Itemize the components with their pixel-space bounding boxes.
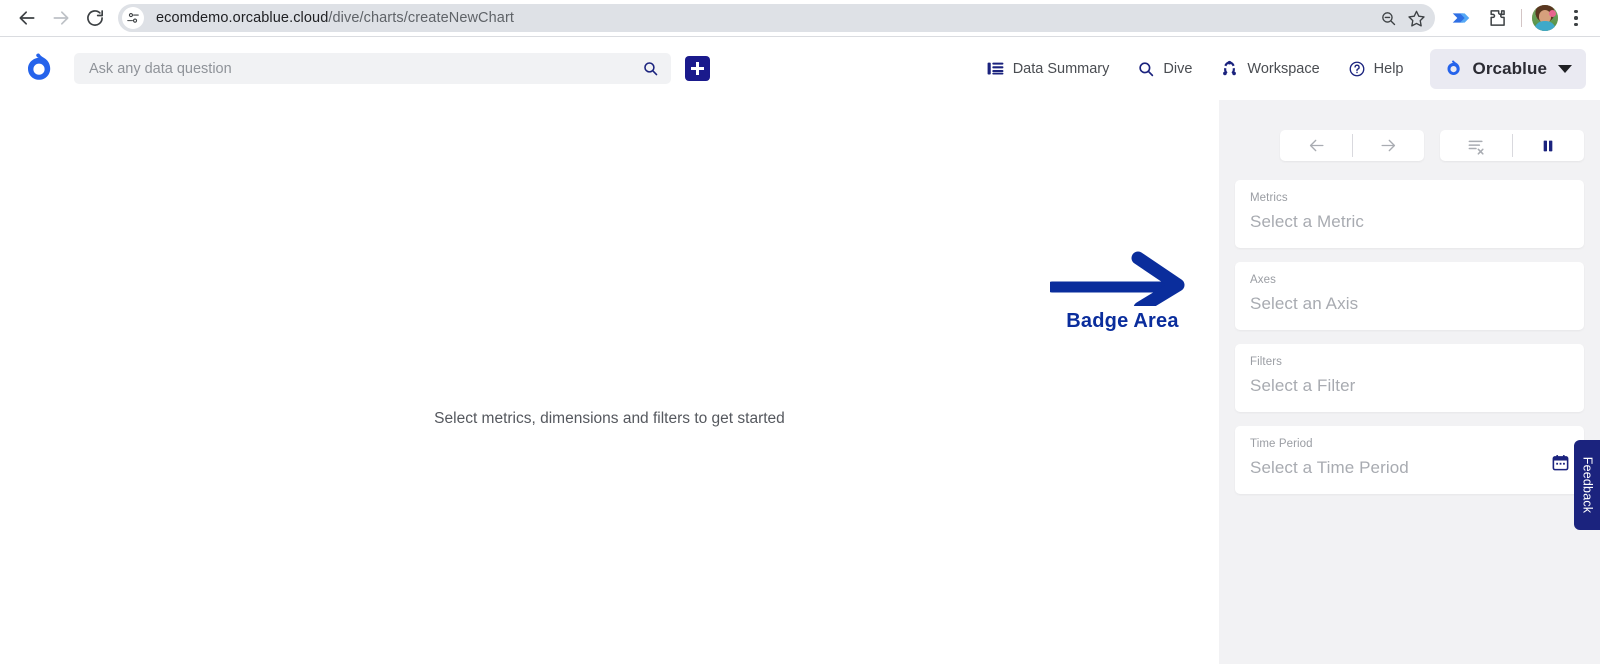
arrow-right-annotation-icon xyxy=(1050,251,1185,306)
three-dots-vertical-icon xyxy=(1574,9,1578,14)
calendar-picker-button[interactable] xyxy=(1551,453,1570,477)
pause-icon xyxy=(1543,140,1553,151)
nav-label: Dive xyxy=(1163,60,1193,77)
metrics-placeholder: Select a Metric xyxy=(1250,212,1364,231)
actions-button-group xyxy=(1440,130,1584,161)
filters-card[interactable]: Filters Select a Filter xyxy=(1235,344,1584,412)
arrow-left-icon xyxy=(1309,139,1324,152)
main-navigation: Data Summary Dive Workspace Help Orcablu… xyxy=(972,48,1586,89)
search-input[interactable] xyxy=(89,60,639,77)
site-settings-button[interactable] xyxy=(122,7,144,29)
browser-menu-button[interactable] xyxy=(1562,3,1590,33)
nav-label: Data Summary xyxy=(1012,60,1110,77)
chart-builder-panel: Metrics Select a Metric Axes Select an A… xyxy=(1219,100,1600,664)
chevron-down-icon xyxy=(1558,64,1572,73)
question-circle-icon xyxy=(1349,61,1365,76)
feedback-label: Feedback xyxy=(1580,456,1594,514)
browser-forward-button[interactable] xyxy=(44,1,78,35)
reload-icon xyxy=(87,10,104,26)
app-header: Data Summary Dive Workspace xyxy=(0,37,1600,100)
time-period-card[interactable]: Time Period Select a Time Period xyxy=(1235,426,1584,494)
zoom-out-icon xyxy=(1381,11,1395,25)
nav-item-dive[interactable]: Dive xyxy=(1123,52,1206,86)
search-submit-button[interactable] xyxy=(639,58,661,80)
browser-back-button[interactable] xyxy=(10,1,44,35)
feedback-tab[interactable]: Feedback xyxy=(1574,440,1600,530)
filters-placeholder: Select a Filter xyxy=(1250,376,1356,395)
nav-item-help[interactable]: Help xyxy=(1334,52,1418,86)
add-new-button[interactable] xyxy=(685,56,710,81)
magnifier-icon xyxy=(1139,61,1154,76)
arrow-left-icon xyxy=(19,11,35,25)
workspace-selector[interactable]: Orcablue xyxy=(1429,48,1586,89)
star-icon xyxy=(1407,10,1425,27)
browser-toolbar: ecomdemo.orcablue.cloud/dive/charts/crea… xyxy=(0,0,1600,36)
annotation-label: Badge Area xyxy=(1066,310,1179,332)
avatar-flower xyxy=(1549,10,1556,17)
url-text: ecomdemo.orcablue.cloud/dive/charts/crea… xyxy=(156,10,1373,26)
browser-reload-button[interactable] xyxy=(78,1,112,35)
orcablue-logo-icon xyxy=(1447,59,1460,75)
power-automate-extension-button[interactable] xyxy=(1446,3,1476,33)
orcablue-logo-icon[interactable] xyxy=(18,49,58,89)
clear-filters-button[interactable] xyxy=(1440,130,1512,161)
card-label: Metrics xyxy=(1250,192,1288,204)
search-icon xyxy=(643,62,657,76)
power-automate-icon xyxy=(1452,13,1470,23)
panel-toolbar xyxy=(1235,130,1584,161)
workspace-nodes-icon xyxy=(1223,60,1237,76)
pause-button[interactable] xyxy=(1512,130,1584,161)
time-period-placeholder: Select a Time Period xyxy=(1250,458,1409,477)
calendar-icon xyxy=(1552,455,1569,471)
puzzle-piece-icon xyxy=(1490,10,1505,26)
nav-item-data-summary[interactable]: Data Summary xyxy=(972,51,1124,86)
zoom-out-button[interactable] xyxy=(1375,5,1401,31)
url-host: ecomdemo.orcablue.cloud xyxy=(156,10,329,26)
chart-canvas: Select metrics, dimensions and filters t… xyxy=(0,100,1219,664)
clear-filter-icon xyxy=(1468,140,1484,155)
bookmark-button[interactable] xyxy=(1403,5,1429,31)
profile-avatar[interactable] xyxy=(1532,5,1558,31)
card-label: Time Period xyxy=(1250,438,1313,450)
address-bar[interactable]: ecomdemo.orcablue.cloud/dive/charts/crea… xyxy=(118,4,1435,32)
plus-icon xyxy=(691,62,704,75)
builder-cards: Metrics Select a Metric Axes Select an A… xyxy=(1235,180,1584,494)
toolbar-divider xyxy=(1521,9,1522,27)
nav-item-workspace[interactable]: Workspace xyxy=(1206,51,1333,86)
tune-sliders-icon xyxy=(127,13,139,23)
list-lines-icon xyxy=(987,62,1004,75)
search-bar[interactable] xyxy=(74,53,671,84)
nav-label: Help xyxy=(1373,60,1404,77)
extensions-button[interactable] xyxy=(1482,3,1512,33)
card-label: Filters xyxy=(1250,356,1283,368)
url-path: /dive/charts/createNewChart xyxy=(328,10,515,26)
arrow-right-icon xyxy=(53,11,69,25)
nav-label: Workspace xyxy=(1247,60,1320,77)
card-label: Axes xyxy=(1250,274,1276,286)
empty-state-message: Select metrics, dimensions and filters t… xyxy=(434,410,785,427)
undo-button[interactable] xyxy=(1280,130,1352,161)
redo-button[interactable] xyxy=(1352,130,1424,161)
metrics-card[interactable]: Metrics Select a Metric xyxy=(1235,180,1584,248)
history-button-group xyxy=(1280,130,1424,161)
axes-card[interactable]: Axes Select an Axis xyxy=(1235,262,1584,330)
badge-area-annotation: Badge Area xyxy=(1050,250,1195,333)
axes-placeholder: Select an Axis xyxy=(1250,294,1359,313)
arrow-right-icon xyxy=(1380,139,1395,152)
workspace-name: Orcablue xyxy=(1472,58,1547,78)
app-body: Select metrics, dimensions and filters t… xyxy=(0,100,1600,664)
